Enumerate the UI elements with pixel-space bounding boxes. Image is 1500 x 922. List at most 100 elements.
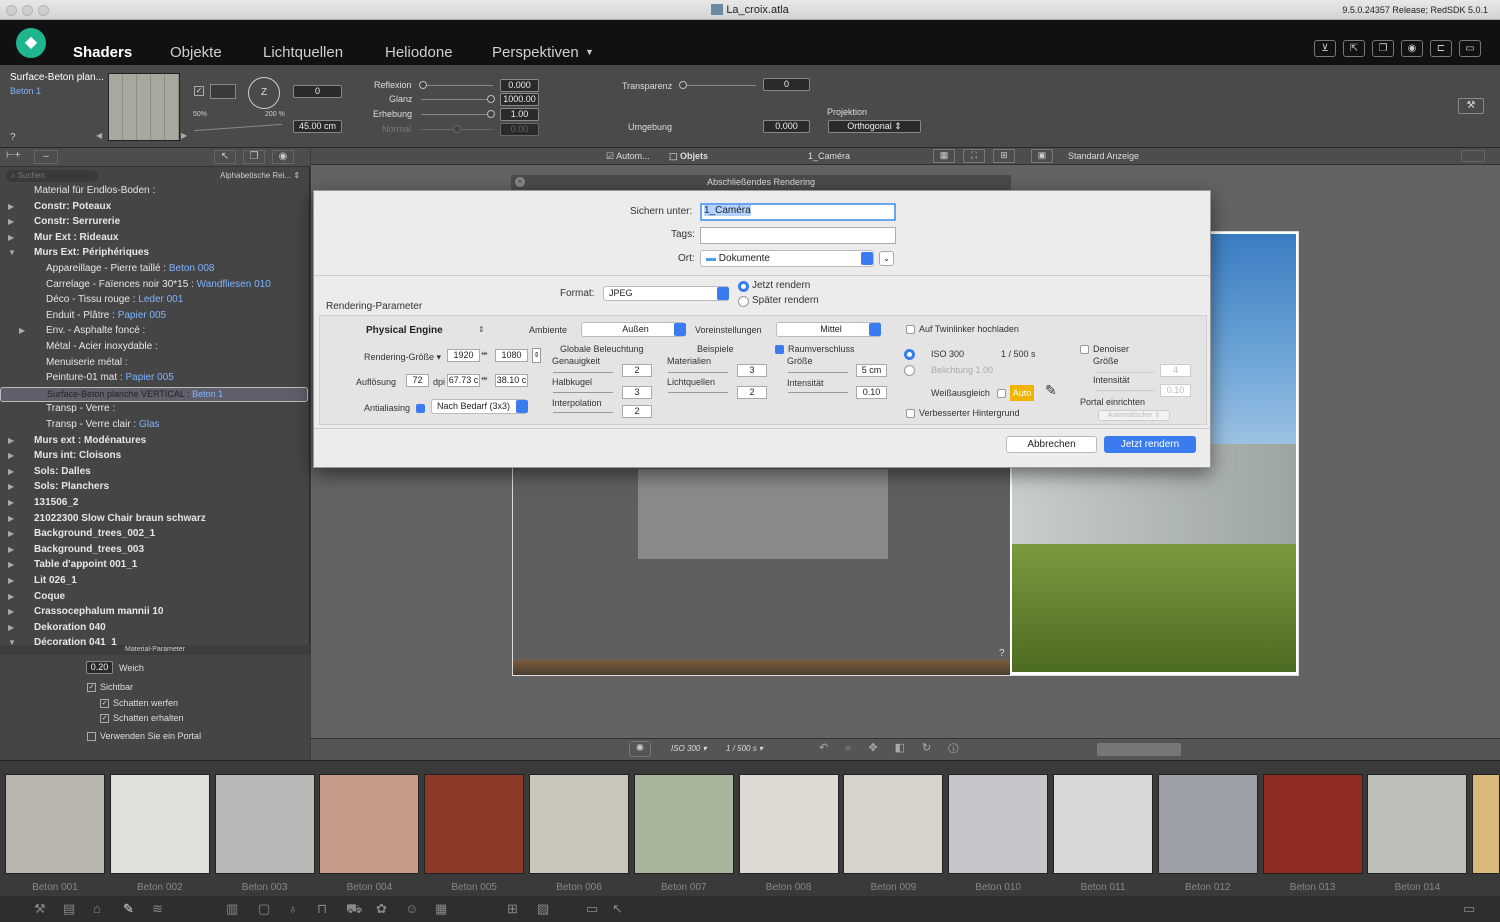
tree-row[interactable]: ▶ Lit 026_1 <box>0 574 308 590</box>
aperture-icon[interactable]: ✺ <box>629 741 651 757</box>
expand-icon[interactable]: ▶ <box>8 545 14 554</box>
material-thumbnail[interactable] <box>319 774 420 874</box>
denoiser-checkbox[interactable] <box>1080 345 1089 354</box>
rotation-value[interactable]: 0 <box>293 85 342 98</box>
umgebung-value[interactable]: 0.000 <box>763 120 810 133</box>
expand-icon[interactable]: ▶ <box>8 607 14 616</box>
brush-icon[interactable]: ✎ <box>123 901 134 917</box>
section-icon[interactable]: ◧ <box>895 742 922 754</box>
tree-row-material[interactable]: Leder 001 <box>138 294 183 305</box>
tree-row[interactable]: ▶ Sols: Planchers <box>0 480 308 496</box>
lichtquellen-slider[interactable] <box>668 392 728 393</box>
lamp-icon[interactable]: ♁ <box>288 901 298 916</box>
chair-icon[interactable]: ⊓ <box>317 901 327 917</box>
tree-row[interactable]: ▶ Coque <box>0 590 308 606</box>
engine-select[interactable]: Physical Engine <box>366 325 443 336</box>
sichtbar-checkbox[interactable]: ✓ <box>87 683 96 692</box>
material-thumbnail[interactable] <box>529 774 629 874</box>
cancel-button[interactable]: Abbrechen <box>1006 436 1097 453</box>
groesse-slider[interactable] <box>788 372 848 373</box>
render-now-button[interactable]: Jetzt rendern <box>1104 436 1196 453</box>
tree-row[interactable]: Transp - Verre : <box>0 402 308 418</box>
tree-row[interactable]: ▶ 21022300 Slow Chair braun schwarz <box>0 512 308 528</box>
render-help-icon[interactable]: ? <box>999 648 1005 659</box>
tree-row[interactable]: ▶ Mur Ext : Rideaux <box>0 231 308 247</box>
expand-icon[interactable]: ▶ <box>8 451 14 460</box>
toggle-panel-icon[interactable] <box>1461 150 1485 162</box>
material-thumbnail[interactable] <box>1053 774 1153 874</box>
render-later-radio[interactable] <box>738 296 749 307</box>
expand-icon[interactable]: ▶ <box>8 623 14 632</box>
save-input[interactable]: 1_Caméra <box>700 203 896 221</box>
genauigkeit-value[interactable]: 2 <box>622 364 652 377</box>
color-swatch[interactable] <box>210 84 236 99</box>
iso-label[interactable]: ISO 300 <box>931 349 964 359</box>
expand-icon[interactable]: ▶ <box>8 498 14 507</box>
height-input[interactable]: 1080 <box>495 349 528 362</box>
split-icon[interactable]: ⊞ <box>993 149 1015 163</box>
twinlinker-checkbox[interactable] <box>906 325 915 334</box>
roof-icon[interactable]: ⌂ <box>93 901 101 916</box>
crop-icon[interactable]: ⊏ <box>1430 40 1452 57</box>
tree-row[interactable]: ▶ Table d'appoint 001_1 <box>0 558 308 574</box>
tree-row-material[interactable]: Beton 1 <box>192 389 223 399</box>
grid-icon[interactable]: ⊞ <box>507 901 518 917</box>
tree-row[interactable]: Surface-Beton planche VERTICAL : Beton 1 <box>0 386 308 403</box>
building-icon[interactable]: ▦ <box>435 901 447 917</box>
iso-select[interactable]: ISO 300 ▾ <box>671 744 707 753</box>
material-thumbnail[interactable] <box>1157 774 1258 874</box>
expand-icon[interactable]: ▶ <box>8 233 14 242</box>
material-thumbnail[interactable] <box>424 774 525 874</box>
intensitaet-value[interactable]: 0.10 <box>856 386 887 399</box>
tab-objekte[interactable]: Objekte <box>170 44 222 61</box>
tree-row-material[interactable]: Beton 008 <box>169 263 215 274</box>
dpi-input[interactable]: 72 <box>406 374 429 387</box>
ort-dropdown-icon[interactable] <box>861 252 873 265</box>
width-input[interactable]: 1920 <box>447 349 480 362</box>
link-icon[interactable]: ⇹ <box>481 349 488 358</box>
expand-icon[interactable]: ▶ <box>8 560 14 569</box>
rotate-icon[interactable]: ↻ <box>922 742 948 754</box>
tab-perspektiven[interactable]: Perspektiven <box>492 44 579 61</box>
tree-row[interactable]: ▶ Background_trees_002_1 <box>0 527 308 543</box>
material-thumbnail[interactable] <box>1262 774 1363 874</box>
hammer-icon[interactable]: ⚒ <box>34 901 46 917</box>
ambiente-dropdown-icon[interactable] <box>674 323 686 336</box>
antialiasing-select[interactable]: Nach Bedarf (3x3) <box>431 399 527 414</box>
exposure-radio[interactable] <box>904 365 915 376</box>
reflexion-slider[interactable] <box>419 81 493 89</box>
objets-toggle[interactable]: ⬚ Objets <box>669 151 708 162</box>
glanz-slider[interactable] <box>421 95 495 103</box>
zoom-icon[interactable]: ⌕ <box>845 742 868 754</box>
panel-icon[interactable]: ▭ <box>1463 901 1475 917</box>
arrow-left-icon[interactable]: ◀ <box>96 131 102 140</box>
pan-icon[interactable]: ✥ <box>868 742 894 754</box>
groesse-value[interactable]: 5 cm <box>856 364 887 377</box>
sofa-icon[interactable]: ▥ <box>226 901 238 917</box>
ort-select[interactable]: ▬ Dokumente <box>700 250 874 267</box>
rotation-dial[interactable]: Z <box>248 77 280 109</box>
tree-row[interactable]: Appareillage - Pierre taillé : Beton 008 <box>0 262 308 278</box>
glanz-value[interactable]: 1000.00 <box>500 93 539 106</box>
voreinst-select[interactable]: Mittel <box>776 322 881 337</box>
eye-icon[interactable]: ◉ <box>272 150 294 164</box>
water-icon[interactable]: ≋ <box>152 901 163 917</box>
material-thumbnail[interactable] <box>109 774 210 874</box>
weiss-checkbox[interactable] <box>997 389 1006 398</box>
tree-row[interactable]: ▶ Constr: Poteaux <box>0 200 308 216</box>
remove-button[interactable]: – <box>34 150 58 164</box>
materialien-value[interactable]: 3 <box>737 364 767 377</box>
material-thumbnail[interactable] <box>214 774 315 874</box>
intensitaet-slider[interactable] <box>788 392 848 393</box>
height-stepper[interactable]: ⇕ <box>532 348 541 363</box>
shutter-select[interactable]: 1 / 500 s ▾ <box>726 744 763 753</box>
interpolation-value[interactable]: 2 <box>622 405 652 418</box>
tree-row[interactable]: ▶ Crassocephalum mannii 10 <box>0 605 308 621</box>
material-thumbnail[interactable] <box>5 774 105 874</box>
portal-checkbox[interactable] <box>87 732 96 741</box>
tree-row[interactable]: ▶ Sols: Dalles <box>0 465 308 481</box>
expand-icon[interactable]: ▶ <box>8 202 14 211</box>
tree-row[interactable]: Material für Endlos-Boden : <box>0 184 308 200</box>
cart-icon[interactable]: ⊻ <box>1314 40 1336 57</box>
iso-radio[interactable] <box>904 349 915 360</box>
